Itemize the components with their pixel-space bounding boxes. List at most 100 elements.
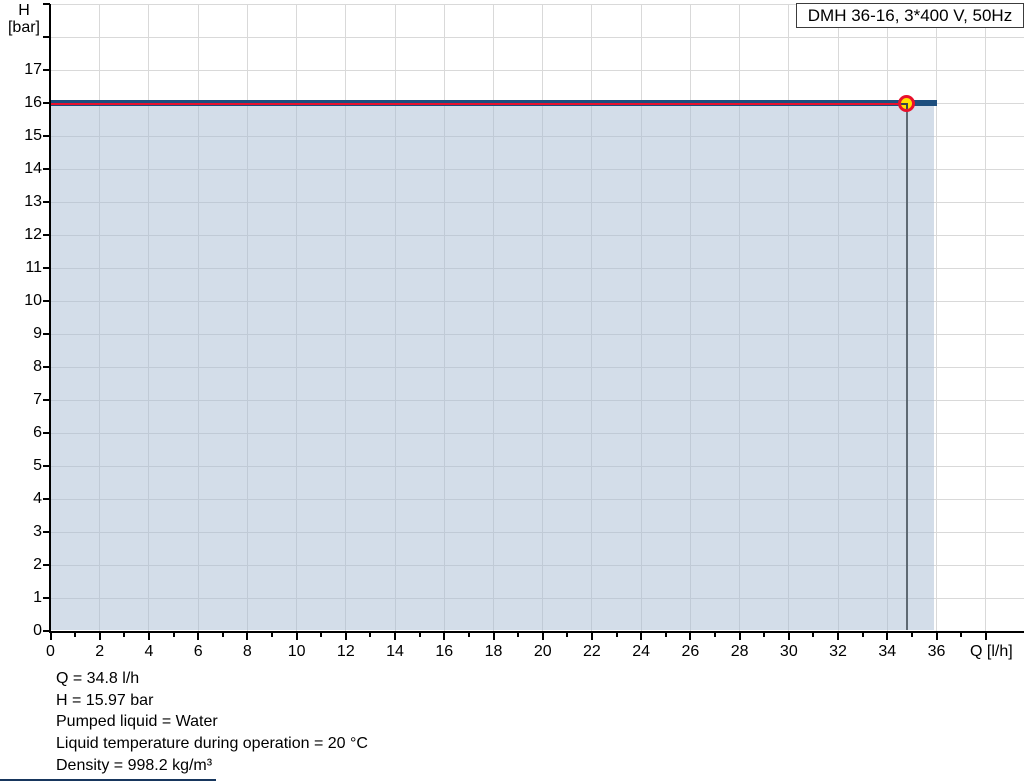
x-axis-minor-tick — [467, 632, 470, 637]
y-axis-tick — [43, 399, 50, 401]
x-axis-tick — [590, 632, 593, 640]
x-axis-tick-label: 10 — [287, 643, 306, 660]
y-axis-tick-label: 2 — [33, 556, 42, 573]
pump-curve-chart: H [bar] Q [l/h] DMH 36-16, 3*400 V, 50Hz… — [0, 0, 1024, 781]
x-axis-minor-tick — [714, 632, 716, 637]
y-axis-tick — [43, 564, 50, 566]
x-axis-minor-tick — [74, 632, 77, 637]
operating-range-area — [51, 105, 935, 630]
duty-marker-crosshair-horizontal — [901, 102, 907, 105]
y-axis-tick-label: 7 — [33, 391, 42, 408]
y-axis-tick-label: 3 — [33, 523, 42, 540]
y-axis-tick — [43, 267, 50, 269]
gridline-vertical — [936, 4, 937, 631]
info-density: Density = 998.2 kg/m³ — [56, 756, 213, 774]
x-axis-tick-label: 14 — [386, 643, 404, 660]
x-axis-tick — [837, 632, 840, 640]
x-axis-tick — [49, 632, 52, 640]
y-axis-tick-label: 1 — [33, 589, 42, 606]
y-axis-tick — [43, 201, 50, 203]
info-head: H = 15.97 bar — [56, 691, 154, 709]
x-axis-minor-tick — [664, 632, 667, 637]
y-axis-tick — [43, 531, 50, 533]
x-axis-tick — [246, 632, 249, 640]
x-axis-tick-label: 2 — [95, 643, 105, 660]
x-axis-title: Q [l/h] — [970, 643, 1013, 660]
duty-info-block: Q = 34.8 l/h H = 15.97 bar Pumped liquid… — [56, 668, 368, 777]
x-axis-tick-label: 8 — [242, 643, 252, 660]
y-axis-tick-label: 15 — [24, 127, 42, 144]
gridline-vertical — [985, 4, 987, 631]
x-axis-minor-tick — [320, 632, 323, 637]
y-axis-tick — [43, 168, 50, 170]
x-axis-minor-tick — [566, 632, 569, 637]
x-axis-tick-label: 30 — [779, 643, 798, 660]
y-axis-tick-label: 5 — [33, 457, 42, 474]
y-axis-tick-label: 17 — [24, 61, 42, 78]
y-axis-tick — [43, 597, 50, 599]
y-axis-tick — [43, 69, 50, 71]
legend-box: DMH 36-16, 3*400 V, 50Hz — [796, 3, 1024, 28]
x-axis-minor-tick — [221, 632, 224, 637]
info-liquid: Pumped liquid = Water — [56, 713, 218, 731]
x-axis-tick — [886, 632, 889, 640]
x-axis-minor-tick — [763, 632, 766, 637]
x-axis-tick — [689, 632, 692, 640]
y-axis-tick — [43, 300, 50, 302]
x-axis-tick — [197, 632, 200, 640]
x-axis-tick-label: 34 — [878, 643, 897, 660]
x-axis-tick — [295, 632, 298, 640]
y-axis-tick — [43, 465, 50, 467]
x-axis-tick-label: 28 — [730, 643, 749, 660]
y-axis-tick-label: 9 — [33, 325, 42, 342]
x-axis-tick-label: 26 — [681, 643, 700, 660]
y-axis-tick — [43, 333, 50, 335]
x-axis-tick-label: 36 — [927, 643, 946, 660]
x-axis-minor-tick — [812, 632, 815, 637]
x-axis-tick — [984, 632, 987, 640]
y-axis-tick — [43, 432, 50, 434]
y-axis-tick — [43, 135, 50, 137]
y-axis-title: H [bar] — [2, 2, 46, 36]
x-axis-tick-label: 18 — [484, 643, 503, 660]
x-axis-tick-label: 22 — [583, 643, 601, 660]
x-axis-tick-label: 12 — [336, 643, 355, 660]
y-axis-tick — [43, 366, 50, 368]
y-axis-tick-label: 8 — [33, 358, 42, 375]
y-axis-tick-label: 0 — [33, 622, 42, 639]
legend-label: DMH 36-16, 3*400 V, 50Hz — [807, 6, 1013, 25]
x-axis-minor-tick — [172, 632, 175, 637]
y-axis-tick-label: 13 — [24, 193, 42, 210]
x-axis-minor-tick — [418, 632, 421, 637]
y-axis-tick-label: 6 — [33, 424, 42, 441]
x-axis-tick-label: 4 — [144, 643, 154, 660]
y-axis-tick — [43, 3, 50, 5]
x-axis-tick — [147, 632, 150, 640]
x-axis-minor-tick — [861, 632, 864, 637]
x-axis-tick-label: 16 — [435, 643, 454, 660]
y-axis-tick — [43, 102, 50, 104]
x-axis-tick — [394, 632, 397, 640]
x-axis-tick — [541, 632, 544, 640]
x-axis-tick-label: 24 — [632, 643, 651, 660]
x-axis-tick — [344, 632, 347, 640]
x-axis-minor-tick — [910, 632, 913, 637]
x-axis-minor-tick — [369, 632, 372, 637]
y-axis-tick-label: 16 — [24, 94, 42, 111]
y-axis-title-unit: [bar] — [7, 19, 40, 36]
x-axis-minor-tick — [517, 632, 520, 637]
y-axis-tick — [43, 234, 50, 236]
x-axis-tick-label: 6 — [193, 643, 203, 660]
x-axis-minor-tick — [271, 632, 273, 637]
y-axis-tick-label: 11 — [25, 259, 42, 276]
x-axis-tick — [492, 632, 495, 640]
y-axis-tick — [43, 498, 50, 500]
y-axis-title-symbol: H — [18, 2, 30, 19]
x-axis-minor-tick — [960, 632, 963, 637]
x-axis-line — [49, 631, 1024, 633]
x-axis-tick-label: 0 — [46, 643, 55, 660]
y-axis-tick-label: 4 — [33, 490, 42, 507]
info-flow: Q = 34.8 l/h — [56, 670, 140, 687]
x-axis-tick-label: 20 — [533, 643, 552, 660]
y-axis-tick-label: 10 — [24, 292, 42, 309]
